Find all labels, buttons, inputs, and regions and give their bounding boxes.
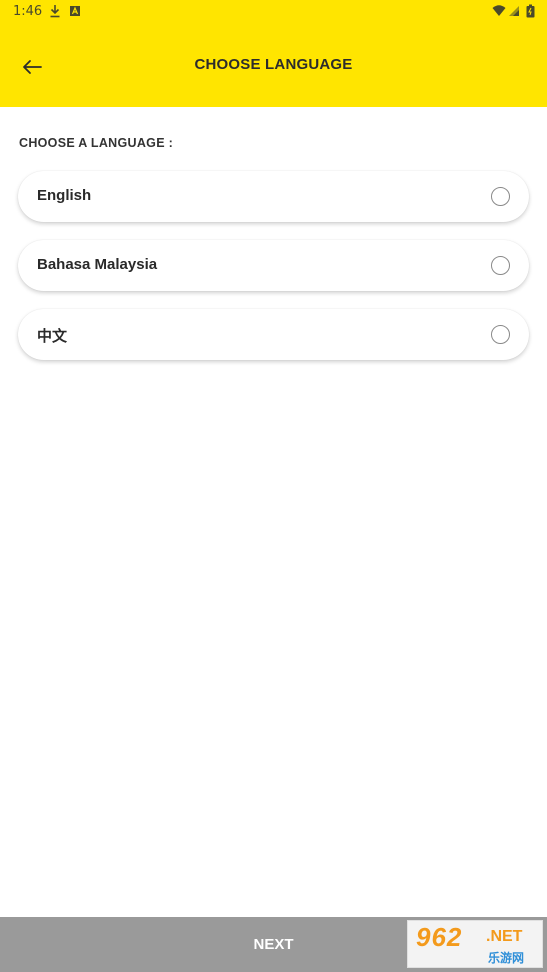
battery-icon [526,4,535,18]
page-title: CHOOSE LANGUAGE [194,56,353,73]
language-option-chinese[interactable]: 中文 [18,309,529,360]
watermark-net: .NET [486,928,523,945]
download-icon [49,4,61,18]
language-label: 中文 [37,327,68,345]
radio-button[interactable] [491,256,510,275]
section-label: CHOOSE A LANGUAGE : [19,136,174,150]
watermark-sub: 乐游网 [488,951,525,965]
status-time: 1:46 [13,4,43,19]
language-label: English [37,187,92,204]
language-option-bahasa-malaysia[interactable]: Bahasa Malaysia [18,240,529,291]
app-bar: CHOOSE LANGUAGE [0,24,547,107]
status-bar: 1:46 [0,0,547,24]
watermark: 962 .NET 乐游网 [407,920,543,968]
language-label: Bahasa Malaysia [37,256,158,273]
signal-icon [508,4,520,18]
wifi-icon [492,4,506,18]
watermark-logo: 962 [416,922,463,952]
header: 1:46 CHOOSE LANGUAGE [0,0,547,107]
radio-button[interactable] [491,187,510,206]
language-option-english[interactable]: English [18,171,529,222]
notification-a-icon [69,4,81,18]
radio-button[interactable] [491,325,510,344]
language-screen: 1:46 CHOOSE LANGUAGE CHOOSE A LANGUAGE:… [0,0,547,972]
